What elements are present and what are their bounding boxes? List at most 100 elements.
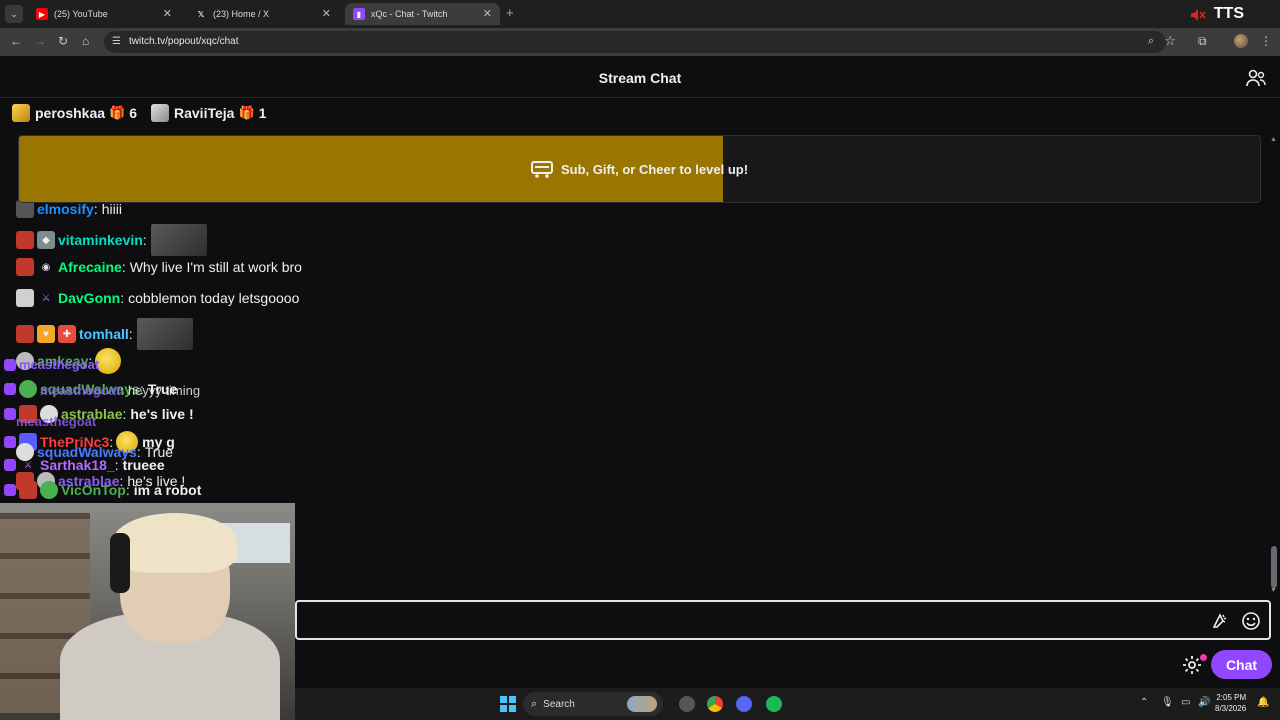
notifications-bell-icon[interactable]: 🔔 <box>1257 697 1269 708</box>
forward-arrow-icon[interactable]: → <box>34 34 46 48</box>
twitch-prime-badge-icon <box>4 459 16 471</box>
tab-close-icon[interactable]: ✕ <box>163 7 172 20</box>
gift-icon: 🎁 <box>109 105 126 120</box>
windows-taskbar: ⌕ Search ⌃ 🎙 ▭ 🔊 2:05 PM 8/3/2026 🔔 <box>295 688 1280 720</box>
subscriber-badge-icon <box>16 258 34 276</box>
discord-icon[interactable] <box>736 696 752 712</box>
gift-icon: 🎁 <box>238 105 255 120</box>
chat-text: trueee <box>122 457 165 473</box>
chat-username[interactable]: Afrecaine <box>58 259 122 275</box>
x-logo-icon: 𝕏 <box>197 9 205 19</box>
extensions-icon[interactable]: ⧉ <box>1198 34 1207 49</box>
tab-youtube[interactable]: ▶ (25) YouTube ✕ <box>28 3 180 25</box>
subscriber-badge-icon <box>16 231 34 249</box>
site-info-icon[interactable]: ☰ <box>112 36 121 47</box>
taskbar-search-label: Search <box>543 698 575 710</box>
back-arrow-icon[interactable]: ← <box>10 34 22 48</box>
chat-settings-gear-icon[interactable] <box>1182 655 1202 675</box>
silver-gift-badge-icon <box>151 104 169 122</box>
leaderboard-entry[interactable]: peroshkaa 🎁 6 <box>12 104 137 122</box>
windows-start-icon[interactable] <box>500 696 516 712</box>
twitch-icon: ▮ <box>353 8 365 20</box>
tab-x[interactable]: 𝕏 (23) Home / X ✕ <box>187 3 339 25</box>
send-chat-button[interactable]: Chat <box>1211 650 1272 679</box>
chat-scrollbar[interactable] <box>1271 546 1277 588</box>
address-bar[interactable]: ☰ twitch.tv/popout/xqc/chat ⌕ ☆ <box>104 31 1176 53</box>
chat-message-list[interactable]: elmosify: hiiii ◆ vitaminkevin: ◉ Afreca… <box>0 200 1270 500</box>
volume-icon[interactable]: 🔊 <box>1198 697 1210 708</box>
chat-text: heyyy timing <box>127 383 201 398</box>
spotify-icon[interactable] <box>766 696 782 712</box>
subscriber-badge-icon <box>19 481 37 499</box>
chat-username[interactable]: vitaminkevin <box>58 232 143 248</box>
twitch-prime-badge-icon <box>4 358 16 371</box>
chat-username[interactable]: VicOnTop <box>61 482 126 498</box>
tab-title: (25) YouTube <box>54 9 108 19</box>
chat-username[interactable]: DavGonn <box>58 290 120 306</box>
search-highlight-image <box>627 696 657 712</box>
tab-title: xQc - Chat - Twitch <box>371 9 448 19</box>
gifter-name: peroshkaa <box>35 105 106 121</box>
tab-close-icon[interactable]: ✕ <box>322 7 331 20</box>
gifter-name: RaviiTeja <box>174 105 235 121</box>
leaderboard-entry[interactable]: RaviiTeja 🎁 1 <box>151 104 266 122</box>
banner-text: Sub, Gift, or Cheer to level up! <box>560 161 749 177</box>
chat-input[interactable] <box>307 610 1187 630</box>
chat-text: he's live ! <box>130 406 194 422</box>
reload-icon[interactable]: ↻ <box>58 34 68 48</box>
twitch-prime-badge-icon <box>4 484 16 496</box>
search-icon: ⌕ <box>531 697 538 710</box>
hype-train-banner[interactable]: Sub, Gift, or Cheer to level up! <box>18 135 1261 203</box>
more-menu-icon[interactable]: ⋮ <box>1260 34 1272 48</box>
subscriber-badge-icon <box>16 325 34 343</box>
chat-username[interactable]: measthegoat <box>40 383 120 398</box>
chat-text: hiiii <box>101 201 122 217</box>
tab-twitch-chat[interactable]: ▮ xQc - Chat - Twitch ✕ <box>345 3 500 25</box>
sword-badge-icon: ⚔ <box>41 292 51 304</box>
gift-badge-icon: ✚ <box>58 325 76 343</box>
zoom-icon[interactable]: ⌕ <box>1148 35 1154 48</box>
home-icon[interactable]: ⌂ <box>82 34 89 48</box>
scroll-up-arrow-icon[interactable]: ▲ <box>1270 136 1277 143</box>
clock-date: 8/3/2026 <box>1215 704 1247 713</box>
chat-username[interactable]: Sarthak18_ <box>40 457 115 473</box>
chat-input-box[interactable] <box>295 600 1271 640</box>
tab-close-icon[interactable]: ✕ <box>483 7 492 20</box>
chat-message: ⚔ DavGonn: cobblemon today letsgoooo <box>16 289 299 307</box>
webcam-headset <box>110 533 130 593</box>
heart-badge-icon: ♥ <box>37 325 55 343</box>
gift-count: 1 <box>258 105 267 121</box>
chat-username[interactable]: measthegoat <box>16 414 96 429</box>
chat-message: measthegoat: heyyy timing <box>40 383 201 398</box>
tab-title: (23) Home / X <box>213 9 270 19</box>
scroll-down-arrow-icon[interactable]: ▼ <box>1270 587 1277 594</box>
bits-cheer-icon[interactable] <box>1211 612 1229 630</box>
gift-leaderboard: peroshkaa 🎁 6 RaviiTeja 🎁 1 <box>0 98 1280 130</box>
chat-username[interactable]: measthegoat <box>19 357 99 372</box>
chat-message: measthegoat <box>4 357 99 372</box>
clock-time: 2:05 PM <box>1216 693 1247 702</box>
profile-avatar[interactable] <box>1234 34 1248 48</box>
network-icon[interactable]: ▭ <box>1181 697 1190 708</box>
tray-overflow-chevron-icon[interactable]: ⌃ <box>1140 697 1148 708</box>
microphone-icon[interactable]: 🎙 <box>1161 697 1174 708</box>
system-clock[interactable]: 2:05 PM 8/3/2026 <box>1215 692 1246 714</box>
tab-search-button[interactable]: ⌄ <box>5 5 23 23</box>
app-icon[interactable] <box>679 696 695 712</box>
youtube-icon: ▶ <box>36 8 48 20</box>
chat-text: im a robot <box>133 482 202 498</box>
user-badge-icon <box>19 380 37 398</box>
chat-username[interactable]: tomhall <box>79 326 129 342</box>
new-tab-button[interactable]: + <box>506 5 514 20</box>
chat-message: VicOnTop: im a robot <box>4 481 201 499</box>
chrome-icon[interactable] <box>707 696 723 712</box>
taskbar-search[interactable]: ⌕ Search <box>523 692 663 716</box>
chat-username[interactable]: elmosify <box>37 201 94 217</box>
hype-train-icon <box>530 161 553 178</box>
tts-label: TTS <box>1213 5 1244 22</box>
emote-picker-smiley-icon[interactable] <box>1241 611 1261 631</box>
bookmark-star-icon[interactable]: ☆ <box>1164 33 1176 49</box>
chat-message: measthegoat <box>16 414 96 429</box>
community-users-icon[interactable] <box>1246 69 1266 87</box>
gold-gift-badge-icon <box>12 104 30 122</box>
